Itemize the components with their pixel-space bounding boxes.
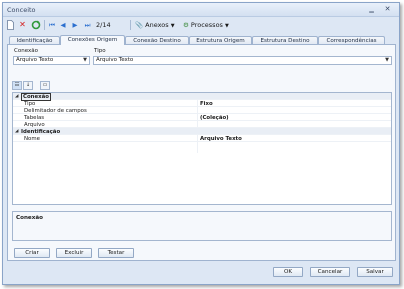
categorized-view-button[interactable]: ☷: [12, 81, 22, 90]
property-row-tipo[interactable]: Tipo Fixo: [13, 100, 391, 107]
new-document-button[interactable]: [6, 20, 15, 30]
categorized-icon: ☷: [14, 82, 20, 88]
toolbar-separator: [130, 20, 131, 30]
property-row-arquivo[interactable]: Arquivo: [13, 121, 391, 128]
paperclip-icon: 📎: [135, 21, 144, 29]
property-name: Tipo: [24, 100, 36, 107]
testar-button[interactable]: Testar: [98, 248, 134, 258]
red-x-icon: ✕: [19, 20, 26, 29]
ok-button[interactable]: OK: [273, 267, 303, 277]
processos-dropdown[interactable]: ⚙ Processos ▼: [183, 20, 241, 30]
last-record-button[interactable]: ⏭: [83, 20, 92, 30]
property-pages-icon: ▭: [42, 82, 48, 88]
new-document-icon: [7, 20, 14, 30]
property-pages-button[interactable]: ▭: [40, 81, 50, 90]
tipo-value: Arquivo Texto: [96, 57, 134, 63]
category-row-conexao[interactable]: ◢ Conexão: [13, 92, 391, 101]
collapse-icon[interactable]: ◢: [15, 94, 18, 99]
criar-button[interactable]: Criar: [14, 248, 50, 258]
salvar-button[interactable]: Salvar: [357, 267, 393, 277]
collapse-icon[interactable]: ◢: [15, 129, 18, 134]
title-bar: Conceito ▁ ✕: [3, 3, 399, 17]
chevron-down-icon: ▼: [385, 57, 389, 63]
previous-icon: ◀: [60, 21, 66, 29]
property-value: Fixo: [200, 100, 213, 107]
tab-panel-conexoes-origem: Conexão Arquivo Texto ▼ Tipo Arquivo Tex…: [7, 44, 396, 261]
record-counter: 2/14: [96, 21, 111, 29]
next-icon: ▶: [72, 21, 78, 29]
property-description-panel: Conexão: [12, 211, 392, 241]
toolbar: ✕ ⏮ ◀ ▶ ⏭ 2/14 📎 Anexos ▼ ⚙ Processos ▼: [3, 18, 399, 32]
first-icon: ⏮: [49, 21, 55, 29]
conexao-select[interactable]: Arquivo Texto ▼: [13, 56, 90, 65]
excluir-button[interactable]: Excluir: [56, 248, 92, 258]
refresh-button[interactable]: [31, 20, 41, 30]
refresh-icon: [31, 20, 41, 30]
window-title: Conceito: [7, 6, 36, 14]
delete-button[interactable]: ✕: [18, 20, 27, 30]
processos-label: Processos: [190, 21, 223, 29]
last-icon: ⏭: [84, 21, 91, 29]
tipo-select[interactable]: Arquivo Texto ▼: [93, 56, 392, 65]
property-grid: ◢ Conexão Tipo Fixo Delimitador de campo…: [12, 92, 392, 205]
tab-strip: Identificação Conexões Origem Conexão De…: [7, 35, 393, 45]
chevron-down-icon: ▼: [170, 23, 175, 29]
property-name: Delimitador de campos: [24, 107, 87, 114]
close-button[interactable]: ✕: [382, 5, 393, 14]
alphabetical-view-button[interactable]: ↓: [23, 81, 33, 90]
anexos-dropdown[interactable]: 📎 Anexos ▼: [135, 20, 179, 30]
property-value: (Coleção): [200, 114, 229, 121]
previous-record-button[interactable]: ◀: [59, 20, 67, 30]
property-name: Tabelas: [24, 114, 45, 121]
description-title: Conexão: [16, 215, 43, 221]
toolbar-separator: [44, 20, 45, 30]
category-row-identificacao[interactable]: ◢ Identificação: [13, 128, 391, 135]
dialog-window: Conceito ▁ ✕ ✕ ⏮ ◀ ▶ ⏭ 2/14 📎 Anexos ▼ ⚙…: [2, 2, 400, 285]
cancelar-button[interactable]: Cancelar: [310, 267, 350, 277]
property-name: Arquivo: [24, 121, 45, 128]
conexao-value: Arquivo Texto: [16, 57, 54, 63]
tab-conexoes-origem[interactable]: Conexões Origem: [60, 35, 125, 45]
property-name: Nome: [24, 135, 40, 142]
next-record-button[interactable]: ▶: [71, 20, 79, 30]
property-value: Arquivo Texto: [200, 135, 242, 142]
property-row-delimitador[interactable]: Delimitador de campos: [13, 107, 391, 114]
sort-az-icon: ↓: [25, 82, 31, 88]
chevron-down-icon: ▼: [225, 23, 229, 29]
first-record-button[interactable]: ⏮: [48, 20, 56, 30]
tipo-label: Tipo: [94, 48, 106, 54]
chevron-down-icon: ▼: [83, 57, 87, 63]
property-row-tabelas[interactable]: Tabelas (Coleção): [13, 114, 391, 121]
gears-icon: ⚙: [183, 21, 189, 29]
property-row-nome[interactable]: Nome Arquivo Texto: [13, 135, 391, 142]
conexao-label: Conexão: [14, 48, 38, 54]
anexos-label: Anexos: [145, 21, 169, 29]
category-label: Identificação: [21, 128, 61, 135]
minimize-button[interactable]: ▁: [366, 5, 377, 14]
